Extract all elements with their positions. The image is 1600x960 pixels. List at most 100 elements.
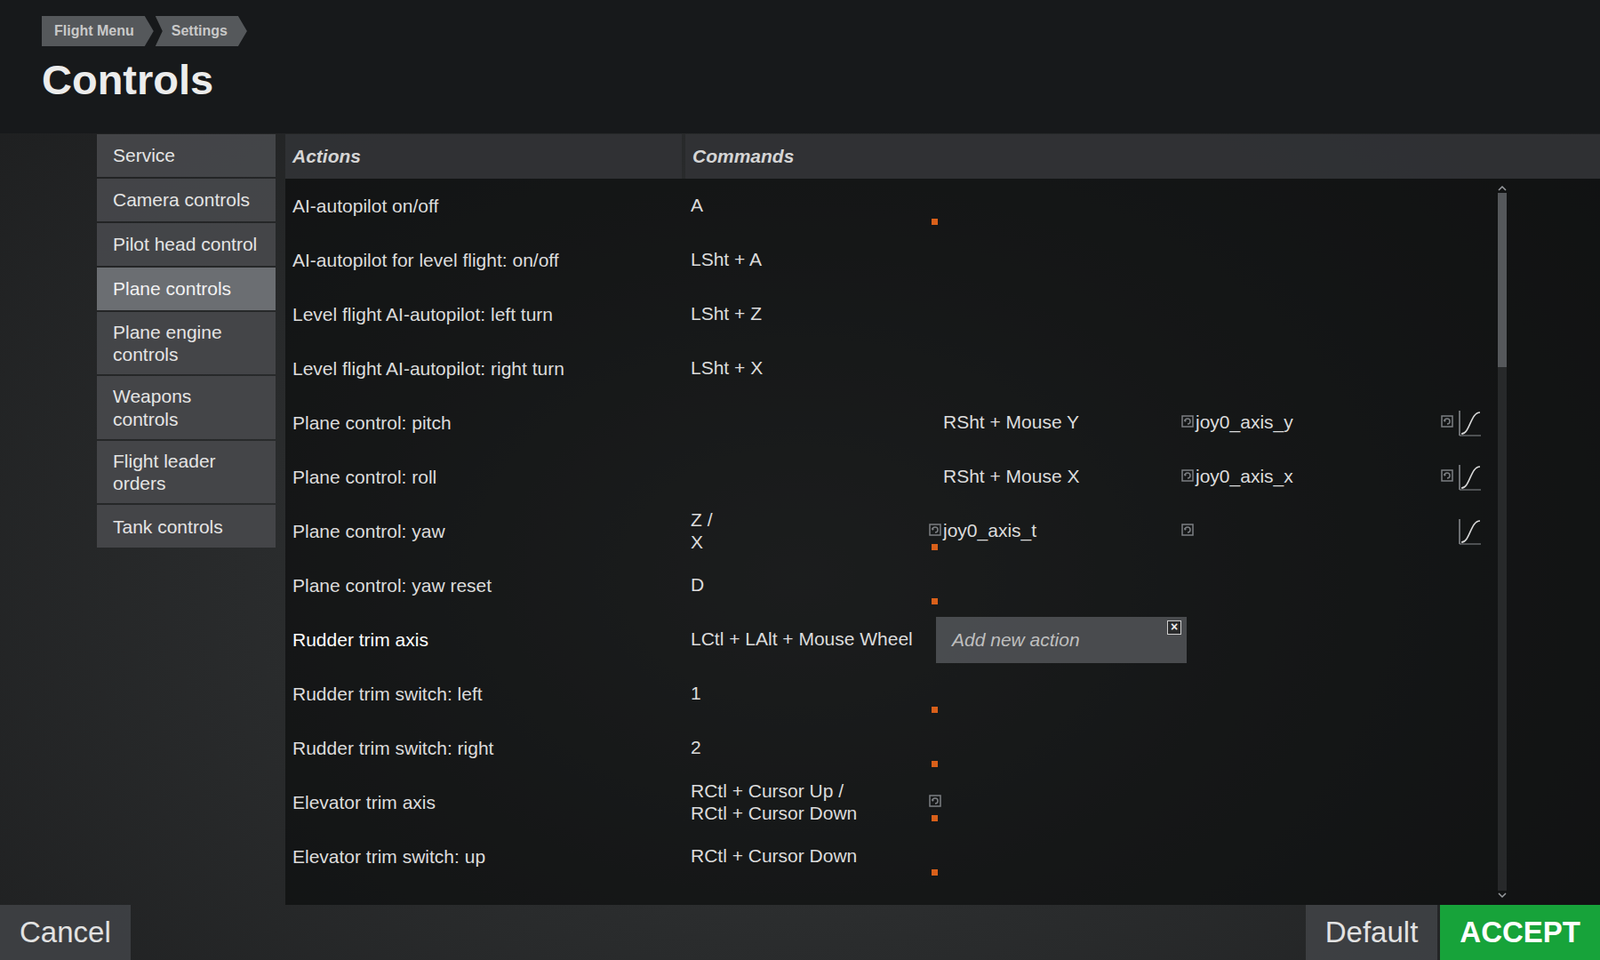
response-curve-icon[interactable] <box>1458 409 1482 437</box>
binding-slot[interactable] <box>1195 232 1456 288</box>
reset-icon[interactable] <box>1440 469 1454 482</box>
reset-icon[interactable] <box>1181 415 1194 428</box>
table-row[interactable]: Plane control: yawZ /Xjoy0_axis_t <box>285 504 1480 559</box>
table-row[interactable]: Rudder trim axisLCtl + LAlt + Mouse Whee… <box>285 612 1480 667</box>
binding-slot[interactable] <box>943 666 1196 721</box>
reset-icon[interactable] <box>1181 523 1194 536</box>
binding-slot[interactable]: 2 <box>690 720 944 776</box>
reset-icon[interactable] <box>928 523 942 536</box>
table-row[interactable]: Elevator trim axisRCtl + Cursor Up /RCtl… <box>285 775 1480 830</box>
binding-slot[interactable] <box>1195 558 1456 613</box>
action-cell: Rudder trim axis <box>285 612 682 667</box>
binding-line: Z / <box>690 509 928 531</box>
sidebar-item[interactable]: Weapons controls <box>96 376 276 439</box>
add-action-label[interactable]: Add new action <box>952 625 1080 655</box>
binding-slot[interactable] <box>1195 612 1456 667</box>
binding-slot[interactable] <box>943 232 1196 288</box>
binding-slot[interactable]: joy0_axis_x <box>1195 449 1456 504</box>
cancel-button[interactable]: Cancel <box>0 904 131 960</box>
binding-slot[interactable] <box>1195 504 1456 559</box>
binding-slot[interactable]: RSht + Mouse X <box>943 449 1196 504</box>
binding-slot[interactable]: Add new action × <box>943 612 1196 667</box>
binding-slot[interactable] <box>943 558 1196 613</box>
table-row[interactable]: Plane control: pitchRSht + Mouse Yjoy0_a… <box>285 395 1480 450</box>
header-label: Commands <box>692 142 794 171</box>
default-button[interactable]: Default <box>1305 904 1439 960</box>
binding-slot[interactable]: LSht + A <box>690 232 944 288</box>
sidebar-item[interactable]: Plane engine controls <box>96 312 276 375</box>
breadcrumb-item[interactable]: Settings <box>155 16 248 47</box>
sidebar-item[interactable]: Pilot head control <box>96 223 276 266</box>
binding-icons <box>927 782 944 824</box>
commands-cell: LSht + Z <box>685 287 1480 342</box>
binding-icons <box>927 185 944 227</box>
binding-slot[interactable] <box>943 829 1196 884</box>
conflict-marker <box>931 218 938 225</box>
binding-line: LSht + Z <box>690 303 928 325</box>
binding-slot[interactable] <box>1195 775 1456 830</box>
action-cell: Level flight AI-autopilot: left turn <box>285 287 682 342</box>
footer-left: Cancel <box>0 904 131 960</box>
table-row[interactable]: Level flight AI-autopilot: left turn LSht… <box>285 287 1480 342</box>
table-row[interactable]: Plane control: rollRSht + Mouse Xjoy0_ax… <box>285 449 1480 504</box>
response-curve-icon[interactable] <box>1458 464 1482 491</box>
action-cell: Level flight AI-autopilot: right turn <box>285 341 682 396</box>
binding-slot[interactable] <box>943 287 1196 342</box>
binding-text: joy0_axis_x <box>1195 465 1440 488</box>
binding-slot[interactable]: 1 <box>690 666 944 721</box>
table-row[interactable]: Plane control: yaw resetD <box>285 558 1480 613</box>
binding-slot[interactable]: LSht + X <box>690 341 944 396</box>
binding-slot[interactable]: joy0_axis_t <box>943 504 1196 559</box>
binding-slot[interactable]: LCtl + LAlt + Mouse Wheel <box>690 612 944 667</box>
response-curve-icon[interactable] <box>1458 518 1482 545</box>
accept-button[interactable]: ACCEPT <box>1440 904 1600 960</box>
binding-slot[interactable]: LSht + Z <box>690 287 944 342</box>
scrollbar[interactable] <box>1496 178 1509 905</box>
binding-line: 2 <box>690 736 928 759</box>
binding-slot[interactable] <box>690 449 944 504</box>
binding-slot[interactable] <box>943 341 1196 396</box>
binding-icons <box>1439 402 1456 444</box>
commands-cell: 2 <box>685 720 1480 776</box>
table-row[interactable]: Elevator trim switch: upRCtl + Cursor Do… <box>285 829 1480 884</box>
binding-slot[interactable] <box>943 720 1196 776</box>
binding-slot[interactable]: D <box>690 558 944 613</box>
binding-slot[interactable] <box>1195 178 1456 233</box>
add-action-popup[interactable]: Add new action × <box>936 616 1187 664</box>
table-row[interactable]: AI-autopilot on/offA <box>285 178 1480 233</box>
binding-slot[interactable]: RSht + Mouse Y <box>943 395 1196 450</box>
binding-slot[interactable] <box>690 395 944 450</box>
reset-icon[interactable] <box>928 794 942 808</box>
binding-icons <box>1439 782 1456 824</box>
reset-icon[interactable] <box>1440 415 1454 428</box>
binding-slot[interactable]: Z /X <box>690 504 944 559</box>
scroll-thumb[interactable] <box>1497 192 1507 368</box>
binding-slot[interactable]: A <box>690 178 944 233</box>
table-header: ActionsCommands <box>285 134 1600 179</box>
table-row[interactable]: AI-autopilot for level flight: on/offLSh… <box>285 232 1480 288</box>
sidebar-item[interactable]: Service <box>96 134 276 177</box>
action-cell: Elevator trim axis <box>285 775 682 830</box>
binding-slot[interactable] <box>1195 720 1456 776</box>
sidebar-item[interactable]: Flight leader orders <box>96 440 276 504</box>
close-button[interactable]: × <box>1167 620 1182 635</box>
sidebar-item[interactable]: Tank controls <box>96 504 276 548</box>
breadcrumb-item[interactable]: Flight Menu <box>41 16 154 47</box>
scroll-down-icon <box>1496 890 1509 900</box>
binding-slot[interactable] <box>1195 829 1456 884</box>
binding-slot[interactable] <box>1195 287 1456 342</box>
table-row[interactable]: Rudder trim switch: left1 <box>285 666 1480 721</box>
reset-icon[interactable] <box>1181 469 1194 482</box>
sidebar-item[interactable]: Camera controls <box>96 178 276 222</box>
table-row[interactable]: Rudder trim switch: right2 <box>285 720 1480 776</box>
binding-slot[interactable] <box>1195 666 1456 721</box>
binding-slot[interactable] <box>1195 341 1456 396</box>
sidebar-item[interactable]: Plane controls <box>96 267 276 311</box>
table-row[interactable]: Level flight AI-autopilot: right turnLSh… <box>285 341 1480 396</box>
binding-slot[interactable] <box>943 775 1196 830</box>
binding-slot[interactable] <box>943 178 1196 233</box>
scroll-track[interactable] <box>1497 192 1507 891</box>
binding-slot[interactable]: RCtl + Cursor Up /RCtl + Cursor Down <box>690 775 944 830</box>
binding-slot[interactable]: joy0_axis_y <box>1195 395 1456 450</box>
binding-slot[interactable]: RCtl + Cursor Down <box>690 829 944 884</box>
